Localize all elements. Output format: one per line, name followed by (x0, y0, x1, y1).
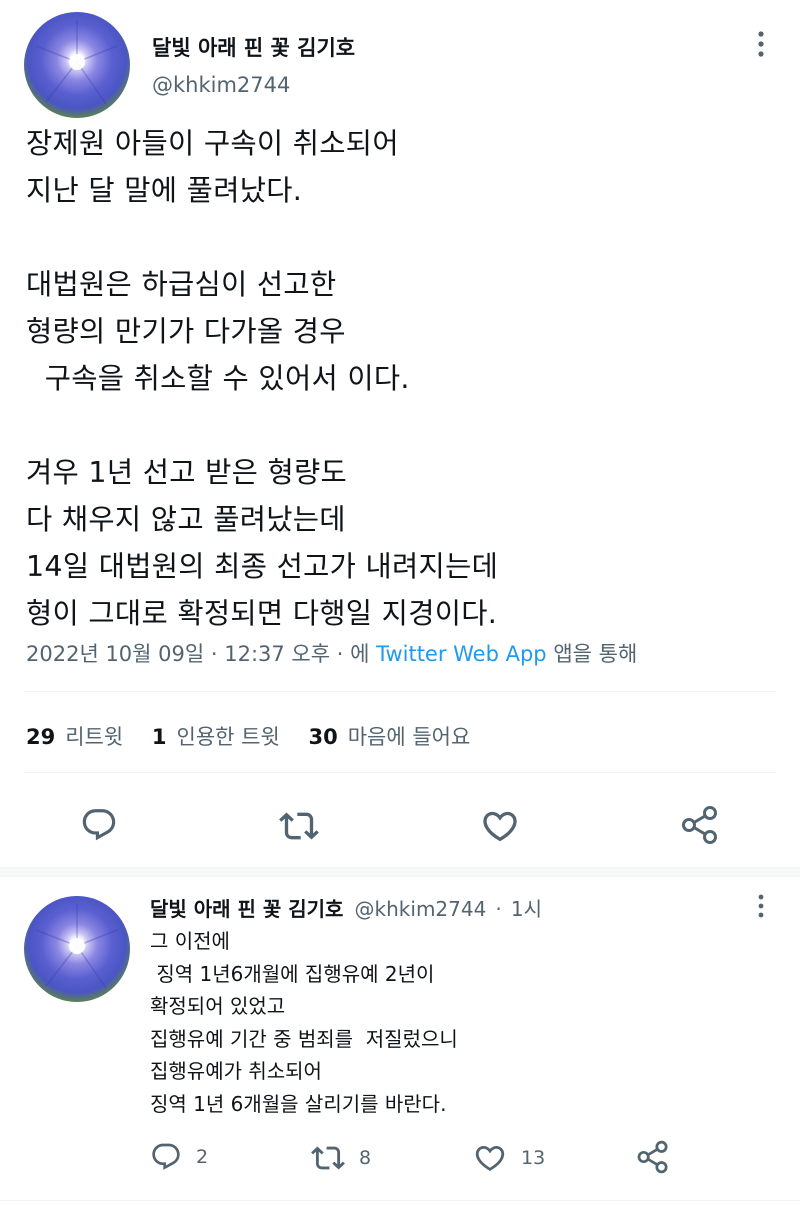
reply-author-name[interactable]: 달빛 아래 핀 꽃 김기호 (150, 897, 343, 921)
reply-time[interactable]: 1시 (511, 897, 542, 921)
engagement-stats: 29 리트윗 1 인용한 트윗 30 마음에 들어요 (26, 721, 492, 751)
heart-icon (483, 811, 517, 842)
heart-icon (475, 1145, 505, 1171)
retweets-stat[interactable]: 29 리트윗 (26, 725, 123, 749)
share-button[interactable] (680, 804, 720, 846)
tweet-metadata: 2022년 10월 09일 · 12:37 오후 · 에 Twitter Web… (26, 638, 637, 668)
likes-count: 30 (308, 725, 338, 749)
quotes-stat[interactable]: 1 인용한 트윗 (152, 725, 280, 749)
reply-like-button[interactable]: 13 (473, 1141, 545, 1175)
divider (0, 1200, 800, 1201)
header-separator-dot: · (495, 897, 502, 921)
reply-line: 확정되어 있었고 (150, 994, 286, 1018)
retweet-button[interactable] (279, 806, 319, 846)
tweet-line (26, 402, 498, 449)
tweet-line: 형량의 만기가 다가올 경우 (26, 315, 346, 348)
author-handle[interactable]: @khkim2744 (152, 73, 290, 97)
share-icon (682, 806, 717, 844)
likes-stat[interactable]: 30 마음에 들어요 (308, 725, 470, 749)
reply-header: 달빛 아래 핀 꽃 김기호 @khkim2744 · 1시 (150, 893, 542, 922)
tweet-line: 장제원 아들이 구속이 취소되어 (26, 127, 399, 160)
likes-label: 마음에 들어요 (347, 725, 471, 749)
reply-line: 집행유예 기간 중 범죄를 저질렀으니 (150, 1026, 458, 1051)
reply-line: 그 이전에 (150, 929, 230, 953)
share-icon (637, 1140, 668, 1174)
tweet-line: 겨우 1년 선고 받은 형량도 (26, 456, 348, 489)
retweet-icon (311, 1146, 345, 1170)
tweet-line: 다 채우지 않고 풀려났는데 (26, 503, 346, 536)
tweet-line: 구속을 취소할 수 있어서 이다. (26, 362, 410, 395)
timestamp-link[interactable]: 2022년 10월 09일 · 12:37 오후 · 에 (26, 642, 369, 666)
divider (24, 691, 776, 692)
tweet-separator (0, 867, 800, 877)
reply-retweet-button[interactable]: 8 (311, 1141, 371, 1175)
retweets-label: 리트윗 (65, 725, 124, 749)
reply-line: 징역 1년6개월에 집행유예 2년이 (150, 961, 435, 986)
divider (24, 772, 776, 773)
reply-reply-button[interactable]: 2 (150, 1141, 208, 1173)
avatar[interactable] (24, 12, 130, 118)
reply-text: 그 이전에 징역 1년6개월에 집행유예 2년이 확정되어 있었고 집행유예 기… (150, 925, 458, 1120)
reply-more-options-icon[interactable] (752, 893, 770, 919)
more-options-icon[interactable] (752, 30, 770, 58)
retweet-count: 8 (359, 1147, 372, 1169)
tweet-line (26, 214, 498, 261)
quotes-label: 인용한 트윗 (176, 725, 280, 749)
reply-avatar[interactable] (24, 896, 130, 1002)
reply-author-handle[interactable]: @khkim2744 (355, 897, 487, 921)
retweets-count: 29 (26, 725, 56, 749)
source-app-link[interactable]: Twitter Web App (376, 642, 547, 666)
reply-count: 2 (196, 1146, 209, 1168)
reply-line: 징역 1년 6개월을 살리기를 바란다. (150, 1091, 447, 1116)
reply-icon (82, 809, 116, 841)
tweet-line: 형이 그대로 확정되면 다행일 지경이다. (26, 597, 498, 630)
quotes-count: 1 (151, 725, 167, 749)
tweet-line: 지난 달 말에 풀려났다. (26, 174, 303, 207)
source-suffix: 앱을 통해 (553, 642, 638, 666)
tweet-line: 대법원은 하급심이 선고한 (26, 268, 337, 301)
reply-icon (152, 1143, 180, 1170)
retweet-icon (279, 812, 319, 840)
like-count: 13 (521, 1147, 546, 1169)
tweet-text: 장제원 아들이 구속이 취소되어 지난 달 말에 풀려났다. 대법원은 하급심이… (26, 120, 498, 637)
author-name[interactable]: 달빛 아래 핀 꽃 김기호 (152, 32, 355, 62)
reply-button[interactable] (80, 806, 118, 844)
reply-share-button[interactable] (636, 1139, 670, 1175)
reply-line: 집행유예가 취소되어 (150, 1059, 322, 1083)
like-button[interactable] (480, 806, 520, 846)
tweet-line: 14일 대법원의 최종 선고가 내려지는데 (26, 550, 499, 583)
